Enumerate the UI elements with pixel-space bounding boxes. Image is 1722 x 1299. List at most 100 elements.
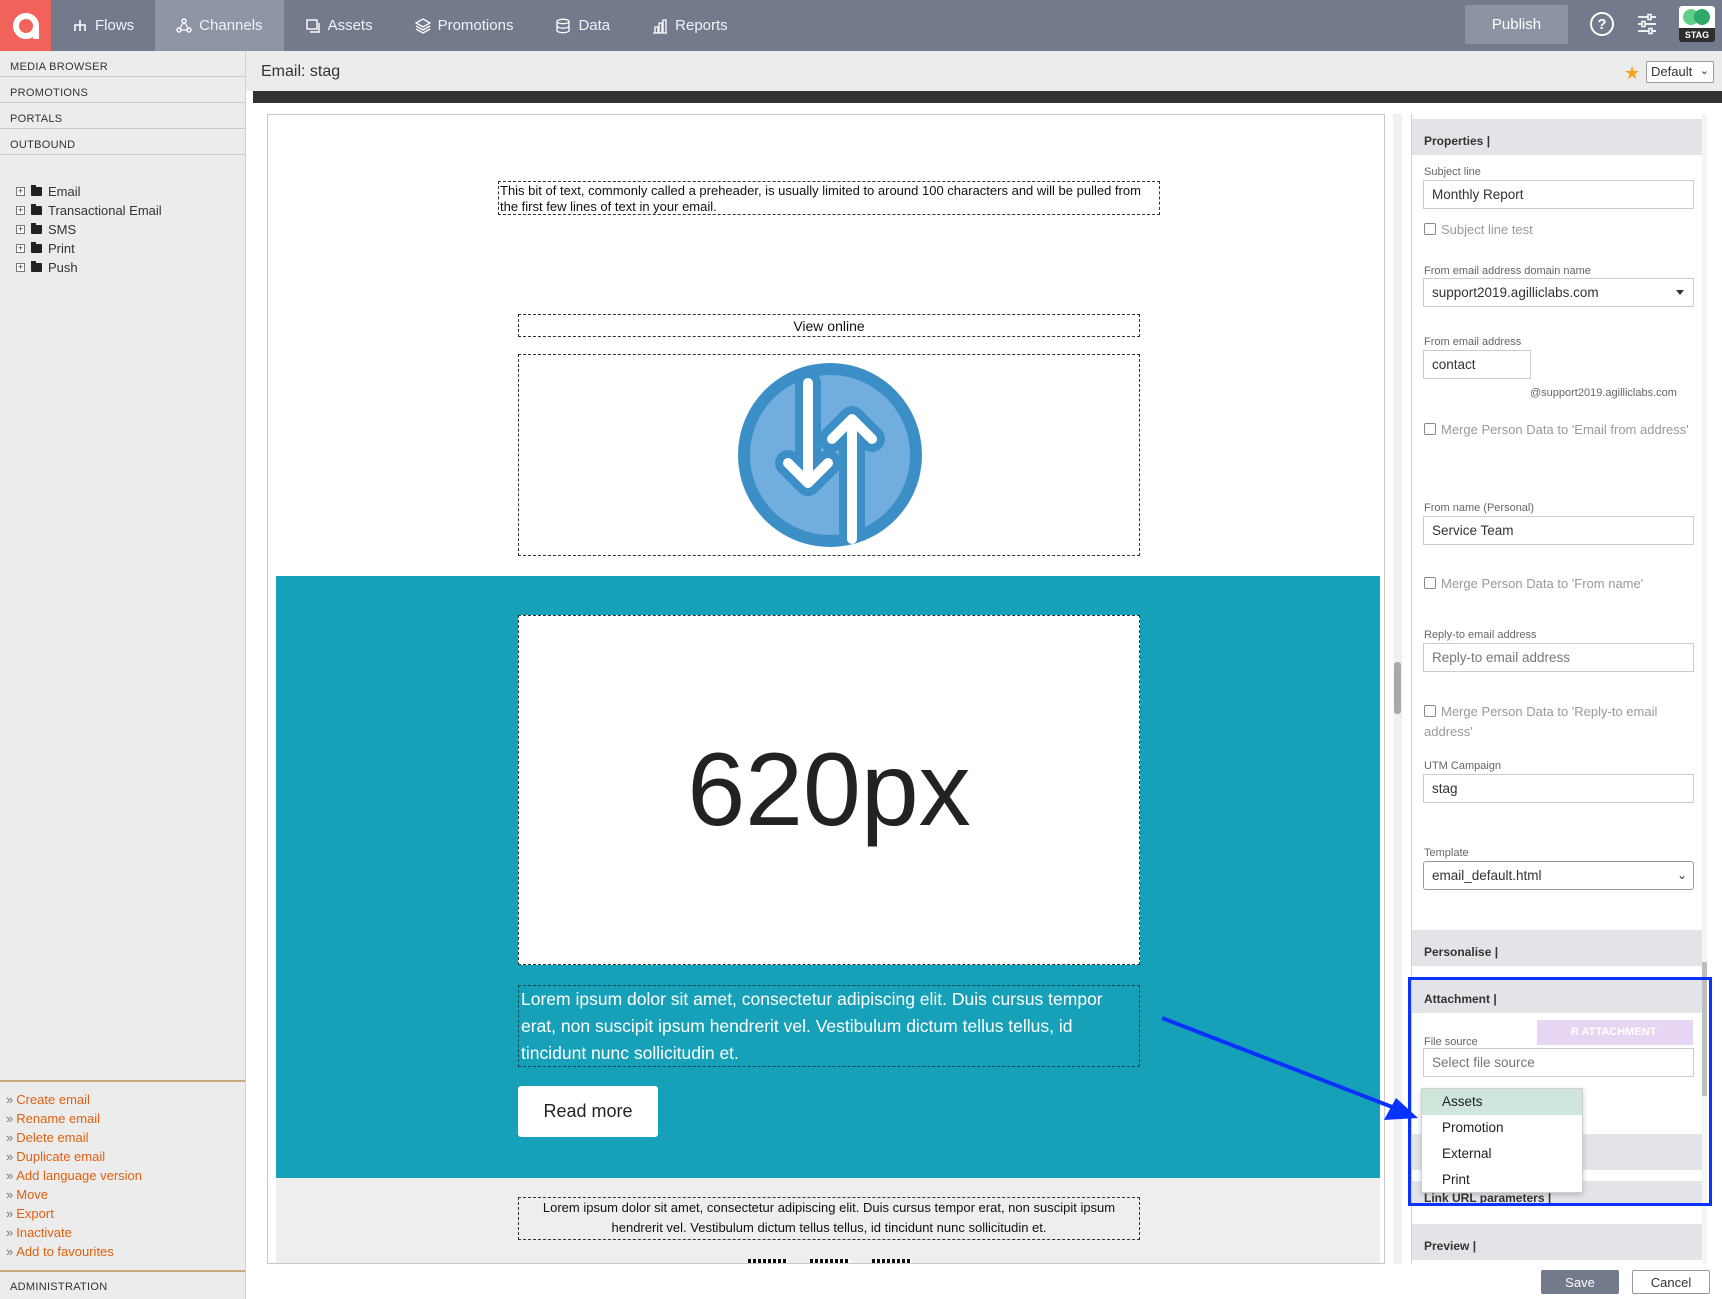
settings-sliders-icon[interactable] (1636, 13, 1658, 35)
environment-badge[interactable]: STAG (1679, 6, 1715, 42)
merge-reply-to-checkbox[interactable]: Merge Person Data to 'Reply-to email add… (1424, 702, 1694, 742)
hero-section: 620px Lorem ipsum dolor sit amet, consec… (276, 576, 1380, 1178)
tree-item-push[interactable]: + Push (16, 258, 162, 277)
sidebar-promotions[interactable]: PROMOTIONS (0, 77, 245, 103)
action-add-to-favourites[interactable]: » Add to favourites (0, 1244, 245, 1263)
tree-item-print[interactable]: + Print (16, 239, 162, 258)
template-select[interactable]: email_default.html ⌄ (1423, 861, 1694, 890)
file-source-option-promotion[interactable]: Promotion (1422, 1115, 1582, 1141)
brand-logo-icon (738, 363, 922, 547)
action-duplicate-email[interactable]: » Duplicate email (0, 1149, 245, 1168)
action-create-email[interactable]: » Create email (0, 1092, 245, 1111)
publish-button[interactable]: Publish (1465, 5, 1568, 44)
env-circle-icon (1694, 9, 1710, 25)
action-label: Delete email (16, 1130, 89, 1145)
domain-select[interactable]: support2019.agilliclabs.com (1423, 278, 1694, 307)
expand-icon[interactable]: + (16, 244, 25, 253)
from-address-label: From email address (1424, 336, 1522, 348)
reply-to-input[interactable]: Reply-to email address (1423, 643, 1694, 672)
expand-icon[interactable]: + (16, 225, 25, 234)
read-more-button[interactable]: Read more (518, 1086, 658, 1137)
file-source-option-external[interactable]: External (1422, 1141, 1582, 1167)
action-label: Create email (16, 1092, 90, 1107)
canvas-scrollbar-thumb[interactable] (1394, 662, 1401, 714)
social-icons-row (748, 1259, 912, 1263)
domain-value: support2019.agilliclabs.com (1432, 285, 1599, 300)
personalise-heading[interactable]: Personalise | (1412, 930, 1707, 966)
tree-item-sms[interactable]: + SMS (16, 220, 162, 239)
file-source-label: File source (1424, 1036, 1478, 1048)
nav-promotions[interactable]: Promotions (394, 0, 535, 51)
action-inactivate[interactable]: » Inactivate (0, 1225, 245, 1244)
from-name-input[interactable]: Service Team (1423, 516, 1694, 545)
nav-data[interactable]: Data (534, 0, 631, 51)
app-logo[interactable] (0, 0, 51, 51)
properties-heading[interactable]: Properties | (1412, 119, 1707, 155)
email-actions: » Create email » Rename email » Delete emai… (0, 1080, 245, 1263)
sidebar-administration[interactable]: ADMINISTRATION (0, 1270, 245, 1299)
tree-item-label: SMS (48, 222, 77, 237)
nav-flows[interactable]: Flows (51, 0, 155, 51)
hero-image-placeholder[interactable]: 620px (518, 615, 1140, 965)
from-address-input[interactable]: contact (1423, 350, 1531, 379)
utm-campaign-input[interactable]: stag (1423, 774, 1694, 803)
file-source-option-assets[interactable]: Assets (1422, 1089, 1582, 1115)
social-icon[interactable] (748, 1259, 788, 1263)
checkbox-icon[interactable] (1424, 705, 1436, 717)
expand-icon[interactable]: + (16, 187, 25, 196)
favourite-star-icon[interactable]: ★ (1624, 64, 1642, 82)
editor-header: Email: stag ★ Default ⌄ (246, 51, 1722, 91)
checkbox-icon[interactable] (1424, 423, 1436, 435)
merge-from-name-checkbox[interactable]: Merge Person Data to 'From name' (1424, 574, 1694, 594)
expand-icon[interactable]: + (16, 263, 25, 272)
top-navigation-bar: Flows Channels Assets Promotions Data Re… (0, 0, 1722, 51)
cancel-button[interactable]: Cancel (1632, 1270, 1710, 1294)
help-icon[interactable]: ? (1590, 12, 1614, 36)
action-delete-email[interactable]: » Delete email (0, 1130, 245, 1149)
sidebar-portals[interactable]: PORTALS (0, 103, 245, 129)
action-add-language-version[interactable]: » Add language version (0, 1168, 245, 1187)
subject-line-test-checkbox[interactable]: Subject line test (1424, 220, 1694, 240)
tree-item-email[interactable]: + Email (16, 182, 162, 201)
nav-assets[interactable]: Assets (284, 0, 394, 51)
canvas-scrollbar[interactable] (1393, 114, 1402, 1264)
add-attachment-button[interactable]: R ATTACHMENT (1537, 1020, 1693, 1045)
action-export[interactable]: » Export (0, 1206, 245, 1225)
footer-text[interactable]: Lorem ipsum dolor sit amet, consectetur … (518, 1197, 1140, 1240)
env-badge-top (1679, 6, 1715, 28)
view-select[interactable]: Default ⌄ (1646, 61, 1714, 83)
subject-line-input[interactable]: Monthly Report (1423, 180, 1694, 209)
properties-scrollbar-thumb[interactable] (1702, 962, 1707, 1096)
nav-channels[interactable]: Channels (155, 0, 284, 51)
social-icon[interactable] (810, 1259, 850, 1263)
tree-item-label: Print (48, 241, 75, 256)
checkbox-icon[interactable] (1424, 577, 1436, 589)
checkbox-label: Merge Person Data to 'Reply-to email add… (1424, 704, 1658, 739)
preview-heading[interactable]: Preview | (1412, 1224, 1707, 1260)
logo-block[interactable] (518, 354, 1140, 556)
promotions-icon (414, 17, 431, 34)
checkbox-icon[interactable] (1424, 223, 1436, 235)
properties-scrollbar[interactable] (1702, 114, 1707, 1264)
action-rename-email[interactable]: » Rename email (0, 1111, 245, 1130)
action-label: Add to favourites (16, 1244, 114, 1259)
save-button[interactable]: Save (1541, 1270, 1619, 1294)
tree-item-transactional-email[interactable]: + Transactional Email (16, 201, 162, 220)
view-online-block[interactable]: View online (518, 314, 1140, 337)
email-canvas: This bit of text, commonly called a preh… (267, 114, 1385, 1264)
file-source-option-print[interactable]: Print (1422, 1167, 1582, 1193)
sidebar-outbound[interactable]: OUTBOUND (0, 129, 245, 155)
attachment-heading[interactable]: Attachment | (1412, 977, 1707, 1013)
merge-from-address-checkbox[interactable]: Merge Person Data to 'Email from address… (1424, 420, 1694, 440)
editor-toolbar-strip (253, 91, 1722, 103)
sidebar-media-browser[interactable]: MEDIA BROWSER (0, 51, 245, 77)
social-icon[interactable] (872, 1259, 912, 1263)
preheader-block[interactable]: This bit of text, commonly called a preh… (498, 181, 1160, 215)
expand-icon[interactable]: + (16, 206, 25, 215)
action-move[interactable]: » Move (0, 1187, 245, 1206)
file-source-select[interactable]: Select file source (1423, 1048, 1694, 1077)
hero-body-text[interactable]: Lorem ipsum dolor sit amet, consectetur … (518, 985, 1140, 1067)
domain-label: From email address domain name (1424, 265, 1591, 277)
nav-reports[interactable]: Reports (631, 0, 749, 51)
logo-mark-icon (12, 12, 39, 39)
